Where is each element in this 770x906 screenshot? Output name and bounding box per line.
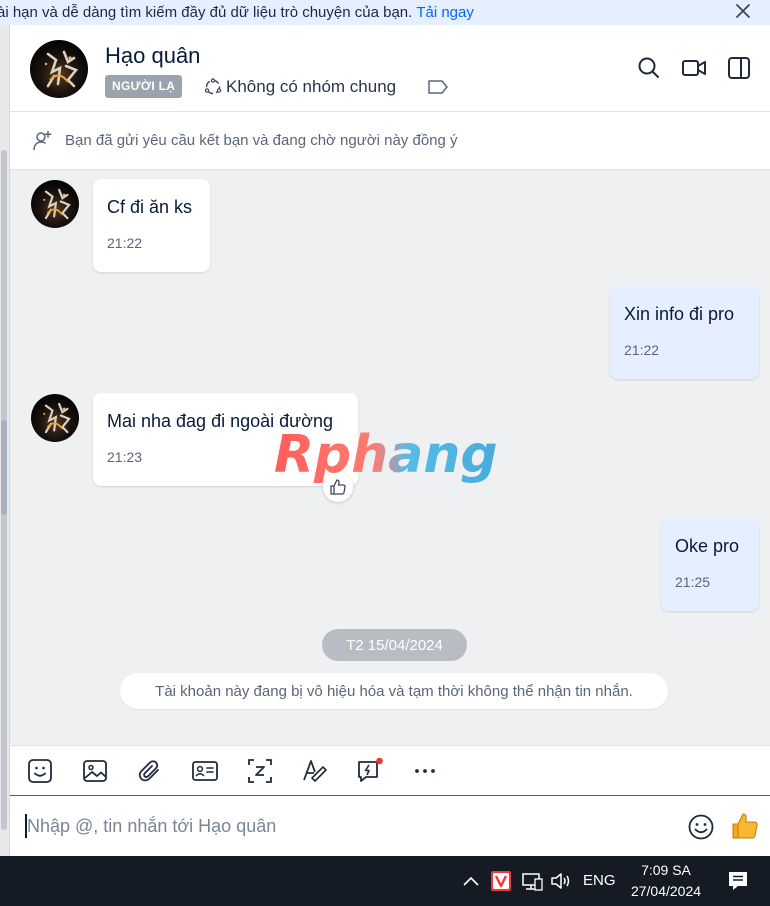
message-text: Mai nha đag đi ngoài đường bbox=[107, 411, 334, 431]
message-text: Oke pro bbox=[675, 536, 740, 556]
network-icon[interactable] bbox=[520, 870, 544, 892]
contact-card-icon[interactable] bbox=[191, 757, 219, 785]
thumbs-up-icon bbox=[330, 479, 346, 495]
avatar[interactable] bbox=[30, 40, 88, 98]
screenshot-icon[interactable] bbox=[246, 757, 274, 785]
volume-icon[interactable] bbox=[549, 870, 575, 892]
group-icon bbox=[204, 78, 222, 95]
message-bubble[interactable]: Oke pro 21:25 bbox=[661, 518, 759, 611]
tag-icon[interactable] bbox=[427, 79, 449, 95]
clock-date: 27/04/2024 bbox=[630, 883, 702, 899]
language-indicator[interactable]: ENG bbox=[583, 872, 616, 889]
quick-like-icon[interactable] bbox=[730, 811, 760, 841]
taskbar: ENG 7:09 SA 27/04/2024 bbox=[0, 856, 770, 906]
composer-toolbar bbox=[10, 745, 770, 795]
video-call-icon[interactable] bbox=[681, 55, 707, 81]
common-groups[interactable]: Không có nhóm chung bbox=[203, 75, 396, 99]
avatar[interactable] bbox=[31, 180, 79, 228]
message-list[interactable]: Cf đi ăn ks 21:22 Xin info đi pro 21:22 … bbox=[10, 170, 770, 745]
panel-toggle-icon[interactable] bbox=[726, 55, 752, 81]
message-text: Xin info đi pro bbox=[624, 304, 735, 324]
emoji-icon[interactable] bbox=[687, 813, 715, 841]
attachment-icon[interactable] bbox=[136, 757, 164, 785]
react-button[interactable] bbox=[323, 472, 353, 502]
message-bubble[interactable]: Cf đi ăn ks 21:22 bbox=[93, 179, 210, 272]
friend-request-notice: Bạn đã gửi yêu cầu kết bạn và đang chờ n… bbox=[10, 112, 770, 170]
search-icon[interactable] bbox=[636, 55, 662, 81]
system-message: Tài khoản này đang bị vô hiệu hóa và tạm… bbox=[120, 673, 668, 709]
add-friend-icon bbox=[33, 130, 52, 150]
message-input[interactable] bbox=[27, 811, 667, 841]
text-format-icon[interactable] bbox=[301, 757, 329, 785]
contact-name[interactable]: Hạo quân bbox=[105, 43, 200, 69]
avatar[interactable] bbox=[31, 394, 79, 442]
message-time: 21:22 bbox=[107, 235, 143, 251]
message-time: 21:22 bbox=[624, 342, 660, 358]
message-time: 21:23 bbox=[107, 449, 143, 465]
message-bubble[interactable]: Mai nha đag đi ngoài đường 21:23 bbox=[93, 393, 358, 486]
banner-text: ài hạn và dễ dàng tìm kiếm đầy đủ dữ liệ… bbox=[0, 4, 413, 21]
vivaldi-app-icon[interactable] bbox=[490, 870, 512, 892]
stranger-badge: NGƯỜI LẠ bbox=[105, 75, 183, 98]
window-edge bbox=[0, 25, 10, 856]
common-groups-label: Không có nhóm chung bbox=[226, 77, 397, 96]
quick-message-icon[interactable] bbox=[356, 757, 384, 785]
clock[interactable]: 7:09 SA 27/04/2024 bbox=[620, 860, 712, 902]
conversation-header: Hạo quân NGƯỜI LẠ Không có nhóm chung bbox=[10, 25, 770, 112]
chevron-up-icon[interactable] bbox=[461, 870, 481, 892]
more-icon[interactable] bbox=[411, 757, 439, 785]
close-icon[interactable] bbox=[732, 0, 754, 22]
scrollbar-thumb[interactable] bbox=[1, 420, 7, 515]
clock-time: 7:09 SA bbox=[641, 862, 691, 878]
composer bbox=[10, 795, 770, 856]
message-bubble[interactable]: Xin info đi pro 21:22 bbox=[610, 286, 759, 379]
download-banner: ài hạn và dễ dàng tìm kiếm đầy đủ dữ liệ… bbox=[0, 0, 770, 25]
sticker-icon[interactable] bbox=[26, 757, 54, 785]
notice-text: Bạn đã gửi yêu cầu kết bạn và đang chờ n… bbox=[65, 132, 458, 149]
banner-download-link[interactable]: Tải ngay bbox=[416, 4, 474, 21]
date-divider: T2 15/04/2024 bbox=[322, 629, 467, 661]
message-time: 21:25 bbox=[675, 574, 711, 590]
message-text: Cf đi ăn ks bbox=[107, 197, 193, 217]
notification-center-icon[interactable] bbox=[726, 870, 750, 892]
image-icon[interactable] bbox=[81, 757, 109, 785]
